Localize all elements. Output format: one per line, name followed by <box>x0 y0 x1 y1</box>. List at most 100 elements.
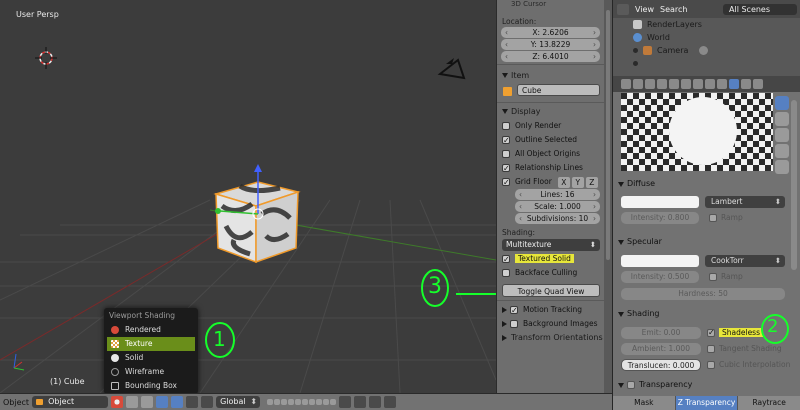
outliner-header: View Search All Scenes <box>613 0 800 18</box>
camera-icon <box>643 46 652 55</box>
modifiers-tab-icon[interactable] <box>681 79 691 89</box>
cursor-x-field[interactable]: X: 2.6206 <box>501 27 600 38</box>
diffuse-shader-dropdown[interactable]: Lambert <box>705 196 785 208</box>
scale-icon[interactable] <box>201 396 214 408</box>
diffuse-panel-header[interactable]: Diffuse <box>613 176 793 192</box>
menu-item-texture[interactable]: Texture <box>107 337 195 351</box>
preview-monkey-button[interactable] <box>775 128 789 142</box>
item-name-field[interactable]: Cube <box>517 84 600 96</box>
editor-type-icon[interactable] <box>617 3 629 15</box>
menu-item-bounding-box[interactable]: Bounding Box <box>107 379 195 393</box>
transparency-checkbox[interactable] <box>627 381 635 389</box>
outliner-view-menu[interactable]: View <box>635 5 654 14</box>
layer-buttons[interactable] <box>267 399 337 405</box>
data-tab-icon[interactable] <box>693 79 703 89</box>
z-transparency-tab[interactable]: Z Transparency <box>675 396 739 410</box>
outliner-row-renderlayers[interactable]: RenderLayers <box>613 18 800 31</box>
rotate-icon[interactable] <box>186 396 199 408</box>
cube-object <box>213 181 301 264</box>
specular-panel-header[interactable]: Specular <box>613 234 793 250</box>
transform-orientations-panel[interactable]: Transform Orientations <box>497 331 606 345</box>
scene-tab-icon[interactable] <box>633 79 643 89</box>
preview-sky-button[interactable] <box>775 160 789 174</box>
raytrace-tab[interactable]: Raytrace <box>738 396 800 410</box>
constraints-tab-icon[interactable] <box>669 79 679 89</box>
mask-tab[interactable]: Mask <box>613 396 676 410</box>
world-tab-icon[interactable] <box>645 79 655 89</box>
3d-viewport[interactable]: User Persp (1) Cube 3 1 Viewport Shading… <box>0 0 496 393</box>
outliner-search-menu[interactable]: Search <box>660 5 687 14</box>
viewport-shading-icon[interactable] <box>111 396 124 408</box>
display-panel-header[interactable]: Display <box>497 105 606 119</box>
only-render-checkbox[interactable]: Only Render <box>497 119 606 133</box>
preview-sphere-button[interactable] <box>775 96 789 110</box>
transform-orientation-dropdown[interactable]: Global <box>216 396 261 408</box>
preview-cube-button[interactable] <box>775 112 789 126</box>
manipulator-icon[interactable] <box>156 396 169 408</box>
pivot-point-icon[interactable] <box>126 396 139 408</box>
transparency-panel-header[interactable]: Transparency <box>613 377 793 393</box>
motion-tracking-panel[interactable]: Motion Tracking <box>497 303 606 318</box>
grid-axis-y-toggle[interactable]: Y <box>571 176 584 188</box>
diffuse-color-swatch[interactable] <box>621 196 699 208</box>
grid-scale-field[interactable]: Scale: 1.000 <box>515 201 600 212</box>
layers-icon[interactable] <box>141 396 154 408</box>
texture-checker-icon <box>111 340 119 348</box>
hardness-field[interactable]: Hardness: 50 <box>621 288 785 300</box>
grid-axis-x-toggle[interactable]: X <box>557 176 570 188</box>
all-object-origins-checkbox[interactable]: All Object Origins <box>497 147 606 161</box>
diffuse-intensity-field[interactable]: Intensity: 0.800 <box>621 212 699 224</box>
snap-target-icon[interactable] <box>369 396 382 408</box>
grid-axis-z-toggle[interactable]: Z <box>585 176 598 188</box>
render-tab-icon[interactable] <box>621 79 631 89</box>
menu-item-solid[interactable]: Solid <box>107 351 195 365</box>
diffuse-ramp-checkbox[interactable]: Ramp <box>709 212 743 224</box>
object-tab-icon[interactable] <box>657 79 667 89</box>
specular-ramp-checkbox[interactable]: Ramp <box>709 271 743 283</box>
magnet-snap-icon[interactable] <box>354 396 367 408</box>
ambient-field[interactable]: Ambient: 1.000 <box>621 343 701 355</box>
translucency-field[interactable]: Translucen: 0.000 <box>621 359 701 371</box>
lock-icon[interactable] <box>339 396 352 408</box>
material-tab-icon[interactable] <box>729 79 739 89</box>
toggle-quad-view-button[interactable]: Toggle Quad View <box>502 284 600 297</box>
grid-lines-field[interactable]: Lines: 16 <box>515 189 600 200</box>
outline-selected-checkbox[interactable]: Outline Selected <box>497 133 606 148</box>
item-panel-header[interactable]: Item <box>497 69 606 83</box>
menu-item-rendered[interactable]: Rendered <box>107 323 195 337</box>
outliner-row-camera[interactable]: Camera <box>613 44 800 57</box>
annotation-number-2: 2 <box>767 316 779 337</box>
translate-icon[interactable] <box>171 396 184 408</box>
render-icon[interactable] <box>384 396 397 408</box>
shadeless-checkbox[interactable]: Shadeless <box>707 327 763 339</box>
background-images-panel[interactable]: Background Images <box>497 317 606 331</box>
menu-item-wireframe[interactable]: Wireframe <box>107 365 195 379</box>
particles-tab-icon[interactable] <box>717 79 727 89</box>
grid-floor-checkbox[interactable]: Grid Floor X Y Z <box>497 175 606 190</box>
shading-mode-dropdown[interactable]: Multitexture <box>502 239 600 251</box>
object-mode-dropdown[interactable]: Object Mode <box>32 396 109 410</box>
particle-tab-icon[interactable] <box>753 79 763 89</box>
preview-hair-button[interactable] <box>775 144 789 158</box>
scene-filter-dropdown[interactable]: All Scenes <box>723 3 797 15</box>
cursor-y-field[interactable]: Y: 13.8229 <box>501 39 600 50</box>
relationship-lines-checkbox[interactable]: Relationship Lines <box>497 161 606 176</box>
sidebar-scrollbar[interactable] <box>604 0 612 393</box>
specular-color-swatch[interactable] <box>621 255 699 267</box>
emit-field[interactable]: Emit: 0.00 <box>621 327 701 339</box>
outliner-row-partial[interactable] <box>613 57 800 70</box>
cursor-z-field[interactable]: Z: 6.4010 <box>501 51 600 62</box>
object-menu[interactable]: Object <box>3 398 29 407</box>
textured-solid-checkbox[interactable]: Textured Solid <box>497 252 606 267</box>
cubic-interpolation-checkbox[interactable]: Cubic Interpolation <box>707 359 790 371</box>
specular-shader-dropdown[interactable]: CookTorr <box>705 255 785 267</box>
grid-subdivisions-field[interactable]: Subdivisions: 10 <box>515 213 600 224</box>
physics-tab-icon[interactable] <box>705 79 715 89</box>
texture-tab-icon[interactable] <box>741 79 751 89</box>
annotation-number-3: 3 <box>428 274 442 299</box>
outliner-row-world[interactable]: World <box>613 31 800 44</box>
backface-culling-checkbox[interactable]: Backface Culling <box>497 266 606 280</box>
preview-sphere <box>669 97 737 165</box>
specular-intensity-field[interactable]: Intensity: 0.500 <box>621 271 699 283</box>
3d-cursor-header[interactable]: 3D Cursor <box>497 0 606 8</box>
